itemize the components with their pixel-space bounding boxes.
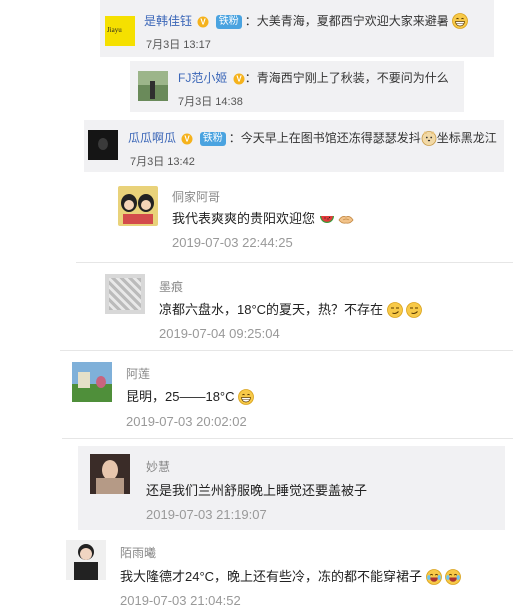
weibo-reply-card-3: 瓜瓜啊瓜 铁粉 ：今天早上在图书馆还冻得瑟瑟发抖 坐标黑龙江 7月3日 13:42 xyxy=(84,120,504,172)
weibo-reply-card-2: FJ范小姬 ：青海西宁刚上了秋装，不要问为什么 7月3日 14:38 xyxy=(130,61,464,112)
comment-text-row: 我代表爽爽的贵阳欢迎您 xyxy=(172,208,354,230)
comment-1: 侗家阿哥 我代表爽爽的贵阳欢迎您 2019-07-03 22:44:25 xyxy=(110,176,510,254)
fan-badge: 铁粉 xyxy=(199,132,226,146)
avatar[interactable] xyxy=(90,454,130,494)
username-link[interactable]: FJ范小姬 xyxy=(178,71,227,85)
reply-text: 大美青海，夏都西宁欢迎大家来避暑 xyxy=(256,14,449,28)
comment-text-row: 我大隆德才24°C，晚上还有些冷，冻的都不能穿裙子 xyxy=(120,566,462,588)
commenter-name[interactable]: 墨痕 xyxy=(159,278,183,295)
comment-text: 昆明，25——18°C xyxy=(126,389,235,404)
comment-5: 陌雨曦 我大隆德才24°C，晚上还有些冷，冻的都不能穿裙子 2019-07-03… xyxy=(58,534,510,612)
commenter-name[interactable]: 侗家阿哥 xyxy=(172,188,220,205)
watermelon-emoji-icon xyxy=(319,211,335,230)
verified-badge-icon xyxy=(181,133,193,148)
comment-text: 我大隆德才24°C，晚上还有些冷，冻的都不能穿裙子 xyxy=(120,569,423,584)
avatar[interactable] xyxy=(88,130,118,160)
weibo-reply-card-1: Jiayu 是韩佳钰 铁粉 ：大美青海，夏都西宁欢迎大家来避暑 7月3日 13:1… xyxy=(100,0,494,57)
smirk-emoji-icon xyxy=(386,302,403,321)
divider xyxy=(76,262,513,263)
comment-text-row: 昆明，25——18°C xyxy=(126,386,255,408)
comment-text-row: 凉都六盘水，18°C的夏天，热？不存在 xyxy=(159,299,423,321)
avatar[interactable] xyxy=(72,362,112,402)
reply-header-1: 是韩佳钰 铁粉 ：大美青海，夏都西宁欢迎大家来避暑 xyxy=(144,12,469,32)
reply-text-tail: 坐标黑龙江 xyxy=(436,131,497,145)
reply-header-2: FJ范小姬 ：青海西宁刚上了秋装，不要问为什么 xyxy=(178,69,449,88)
reply-text: 青海西宁刚上了秋装，不要问为什么 xyxy=(256,71,449,85)
comment-text: 凉都六盘水，18°C的夏天，热？不存在 xyxy=(159,302,384,317)
grin-emoji-icon xyxy=(452,13,469,32)
comment-time: 2019-07-03 20:02:02 xyxy=(126,414,247,429)
reply-time: 7月3日 13:42 xyxy=(130,156,195,168)
laugh-cry-emoji-icon xyxy=(425,569,442,588)
colon: ： xyxy=(228,131,241,145)
avatar[interactable]: Jiayu xyxy=(105,16,135,46)
comment-text: 我代表爽爽的贵阳欢迎您 xyxy=(172,211,316,226)
grin-emoji-icon xyxy=(238,389,255,408)
comment-3: 阿莲 昆明，25——18°C 2019-07-03 20:02:02 xyxy=(62,356,502,436)
comment-text: 还是我们兰州舒服晚上睡觉还要盖被子 xyxy=(146,483,368,498)
comment-time: 2019-07-03 21:19:07 xyxy=(146,507,267,522)
reply-header-3: 瓜瓜啊瓜 铁粉 ：今天早上在图书馆还冻得瑟瑟发抖 坐标黑龙江 xyxy=(128,129,497,149)
comment-4: 妙慧 还是我们兰州舒服晚上睡觉还要盖被子 2019-07-03 21:19:07 xyxy=(78,446,505,530)
comment-time: 2019-07-03 21:04:52 xyxy=(120,593,241,608)
colon: ： xyxy=(244,14,257,28)
avatar[interactable] xyxy=(118,186,158,226)
username-link[interactable]: 瓜瓜啊瓜 xyxy=(128,131,176,145)
laugh-cry-emoji-icon xyxy=(445,569,462,588)
colon: ： xyxy=(244,71,257,85)
comment-2: 墨痕 凉都六盘水，18°C的夏天，热？不存在 2019-07-04 09:25:… xyxy=(95,268,505,348)
username-link[interactable]: 是韩佳钰 xyxy=(144,14,192,28)
reply-text: 今天早上在图书馆还冻得瑟瑟发抖 xyxy=(240,131,421,145)
divider xyxy=(62,438,513,439)
commenter-name[interactable]: 妙慧 xyxy=(146,458,170,475)
doge-emoji-icon xyxy=(421,130,437,149)
commenter-name[interactable]: 陌雨曦 xyxy=(120,544,156,561)
comment-time: 2019-07-03 22:44:25 xyxy=(172,235,293,250)
comment-time: 2019-07-04 09:25:04 xyxy=(159,326,280,341)
avatar[interactable] xyxy=(105,274,145,314)
verified-badge-icon xyxy=(233,73,245,88)
divider xyxy=(60,350,513,351)
reply-time: 7月3日 14:38 xyxy=(178,96,243,108)
avatar[interactable] xyxy=(66,540,106,580)
handshake-emoji-icon xyxy=(338,211,354,230)
verified-badge-icon xyxy=(197,16,209,31)
avatar[interactable] xyxy=(138,71,168,101)
smirk-emoji-icon xyxy=(406,302,423,321)
fan-badge: 铁粉 xyxy=(215,15,242,29)
reply-time: 7月3日 13:17 xyxy=(146,39,211,51)
commenter-name[interactable]: 阿莲 xyxy=(126,365,150,382)
